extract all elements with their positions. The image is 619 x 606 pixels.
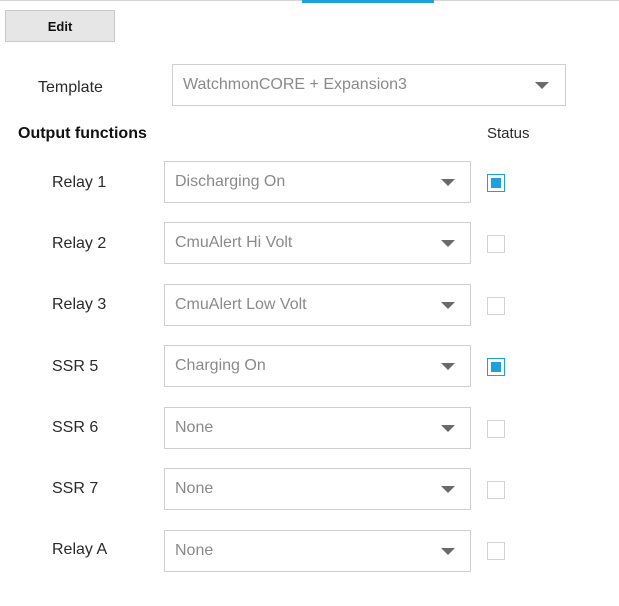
chevron-down-icon [441,179,455,186]
output-function-value: None [175,480,214,497]
output-function-value: CmuAlert Low Volt [175,296,307,313]
chevron-down-icon [535,82,549,89]
output-row-label: SSR 6 [52,419,99,436]
template-select-value: WatchmonCORE + Expansion3 [183,76,407,93]
output-function-select[interactable]: None [164,530,471,572]
status-checkbox[interactable] [487,481,505,499]
chevron-down-icon [441,425,455,432]
output-settings-panel: Edit Template WatchmonCORE + Expansion3 … [0,0,619,606]
status-checkbox[interactable] [487,542,505,560]
status-column-header: Status [487,125,530,142]
output-functions-title: Output functions [18,125,147,142]
chevron-down-icon [441,486,455,493]
edit-button[interactable]: Edit [5,10,115,42]
output-function-value: CmuAlert Hi Volt [175,234,293,251]
status-checkbox[interactable] [487,420,505,438]
output-function-value: Discharging On [175,173,286,190]
output-function-value: None [175,419,214,436]
checkbox-fill [491,362,501,372]
chevron-down-icon [441,240,455,247]
status-checkbox[interactable] [487,174,505,192]
output-row-label: Relay A [52,541,108,558]
status-checkbox[interactable] [487,235,505,253]
output-function-select[interactable]: Discharging On [164,161,471,203]
output-function-select[interactable]: CmuAlert Low Volt [164,284,471,326]
checkbox-fill [491,178,501,188]
chevron-down-icon [441,363,455,370]
output-row-label: SSR 7 [52,480,99,497]
output-row-label: Relay 2 [52,235,107,252]
template-label: Template [38,79,103,96]
output-function-value: None [175,542,214,559]
status-checkbox[interactable] [487,297,505,315]
chevron-down-icon [441,548,455,555]
output-function-value: Charging On [175,357,266,374]
chevron-down-icon [441,302,455,309]
output-row-label: SSR 5 [52,358,99,375]
active-tab-indicator [302,0,434,3]
output-function-select[interactable]: None [164,407,471,449]
output-function-select[interactable]: None [164,468,471,510]
output-function-select[interactable]: Charging On [164,345,471,387]
status-checkbox[interactable] [487,358,505,376]
output-row-label: Relay 1 [52,174,107,191]
output-row-label: Relay 3 [52,296,107,313]
template-select[interactable]: WatchmonCORE + Expansion3 [172,64,566,106]
output-function-select[interactable]: CmuAlert Hi Volt [164,222,471,264]
